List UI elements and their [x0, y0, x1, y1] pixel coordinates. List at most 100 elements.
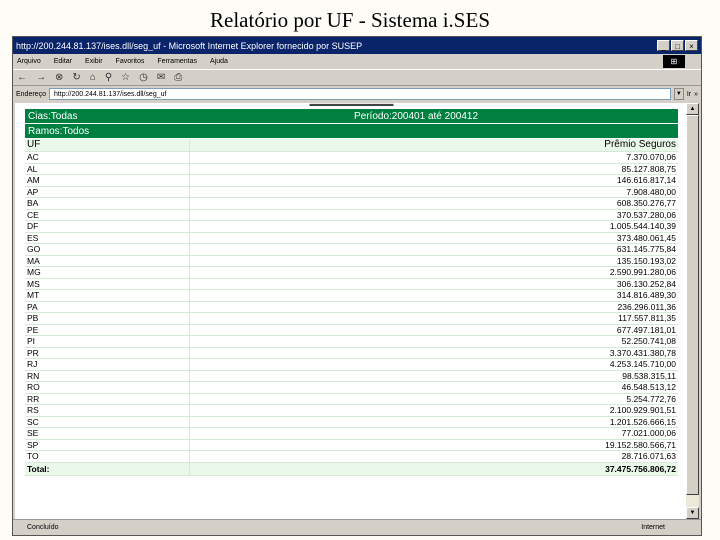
table-row: PR 3.370.431.380,78 — [25, 347, 678, 359]
home-icon[interactable]: ⌂ — [90, 72, 96, 83]
table-row: PE 677.497.181,01 — [25, 324, 678, 336]
menu-item-arquivo[interactable]: Arquivo — [17, 58, 41, 65]
go-button[interactable]: Ir — [687, 91, 691, 98]
print-icon[interactable]: ⎙ — [174, 72, 182, 83]
status-bar: Concluído Internet — [13, 519, 701, 535]
table-row: PA 236.296.011,36 — [25, 301, 678, 313]
maximize-button[interactable]: □ — [671, 40, 684, 51]
premio-cell: 28.716.071,63 — [189, 450, 678, 463]
uf-cell: RN — [25, 370, 190, 382]
address-dropdown-icon[interactable]: ▼ — [673, 88, 684, 100]
status-text: Concluído — [27, 524, 59, 531]
periodo-label: Período:200401 até 200412 — [354, 110, 478, 122]
menu-bar: Arquivo Editar Exibir Favoritos Ferramen… — [13, 54, 701, 69]
address-bar: Endereço http://200.244.81.137/ises.dll/… — [13, 86, 701, 102]
table-row: PB 117.557.811,35 — [25, 312, 678, 325]
uf-cell: PB — [25, 312, 190, 325]
uf-cell: AM — [25, 174, 190, 187]
address-input[interactable]: http://200.244.81.137/ises.dll/seg_uf — [48, 88, 671, 100]
premio-cell: 5.254.772,76 — [189, 393, 678, 405]
premio-cell: 3.370.431.380,78 — [189, 347, 678, 359]
vertical-scrollbar[interactable]: ▲ ▼ — [686, 103, 699, 519]
uf-cell: GO — [25, 243, 190, 256]
window-titlebar[interactable]: http://200.244.81.137/ises.dll/seg_uf - … — [13, 37, 701, 54]
table-row: CE 370.537.280,06 — [25, 209, 678, 221]
table-row: BA 608.350.276,77 — [25, 197, 678, 210]
uf-cell: RS — [25, 404, 190, 417]
premio-cell: 146.616.817,14 — [189, 174, 678, 187]
uf-cell: AP — [25, 186, 190, 198]
mail-icon[interactable]: ✉ — [157, 72, 165, 83]
table-row: AM 146.616.817,14 — [25, 174, 678, 187]
premio-cell: 46.548.513,12 — [189, 381, 678, 394]
uf-cell: ES — [25, 232, 190, 244]
uf-cell: DF — [25, 220, 190, 233]
toolbar: ← → ⊗ ↻ ⌂ ⚲ ☆ ◷ ✉ ⎙ — [13, 69, 701, 86]
links-chevron-icon[interactable]: » — [694, 91, 698, 98]
premio-cell: 2.590.991.280,06 — [189, 266, 678, 279]
search-icon[interactable]: ⚲ — [105, 72, 112, 83]
internet-zone-label: Internet — [641, 524, 665, 531]
scroll-up-icon[interactable]: ▲ — [686, 103, 699, 115]
uf-cell: CE — [25, 209, 190, 221]
table-row: MA 135.150.193,02 — [25, 255, 678, 267]
premio-cell: 85.127.808,75 — [189, 163, 678, 175]
table-row: SP 19.152.580.566,71 — [25, 439, 678, 451]
minimize-button[interactable]: _ — [657, 40, 670, 51]
premio-cell: 117.557.811,35 — [189, 312, 678, 325]
ramos-header: Ramos:Todos — [25, 124, 678, 139]
table-row: SC 1.201.526.666,15 — [25, 416, 678, 428]
table-row: SE 77.021.000,06 — [25, 427, 678, 440]
favorites-icon[interactable]: ☆ — [121, 72, 130, 83]
menu-item-ferramentas[interactable]: Ferramentas — [157, 58, 197, 65]
slide-title: Relatório por UF - Sistema i.SES — [210, 8, 490, 32]
uf-cell: SE — [25, 427, 190, 440]
address-label: Endereço — [16, 90, 46, 98]
premio-cell: 631.145.775,84 — [189, 243, 678, 256]
total-label: Total: — [25, 462, 190, 476]
uf-cell: PR — [25, 347, 190, 359]
scroll-thumb[interactable] — [686, 115, 699, 495]
uf-cell: BA — [25, 197, 190, 210]
uf-cell: MA — [25, 255, 190, 267]
menu-item-ajuda[interactable]: Ajuda — [210, 58, 228, 65]
page-content: ▬▬▬▬▬▬▬▬▬▬▬▬ Cias:Todas Período:200401 a… — [15, 103, 688, 519]
uf-cell: PA — [25, 301, 190, 313]
total-value: 37.475.756.806,72 — [189, 462, 678, 476]
ramos-label: Ramos:Todos — [28, 125, 90, 137]
table-row: AP 7.908.480,00 — [25, 186, 678, 198]
premio-cell: 52.250.741,08 — [189, 335, 678, 348]
uf-cell: AC — [25, 151, 190, 164]
refresh-icon[interactable]: ↻ — [72, 72, 80, 83]
stop-icon[interactable]: ⊗ — [55, 72, 63, 83]
back-icon[interactable]: ← — [17, 72, 27, 83]
cias-label: Cias:Todas — [28, 110, 78, 122]
window-title: http://200.244.81.137/ises.dll/seg_uf - … — [16, 40, 363, 51]
menu-item-exibir[interactable]: Exibir — [85, 58, 103, 65]
scroll-down-icon[interactable]: ▼ — [686, 507, 699, 519]
premio-cell: 4.253.145.710,00 — [189, 358, 678, 371]
table-row: DF 1.005.544.140,39 — [25, 220, 678, 233]
premio-cell: 2.100.929.901,51 — [189, 404, 678, 417]
table-row: AC 7.370.070,06 — [25, 151, 678, 164]
uf-cell: RR — [25, 393, 190, 405]
table-row: AL 85.127.808,75 — [25, 163, 678, 175]
menu-item-editar[interactable]: Editar — [54, 58, 72, 65]
table-row: MG 2.590.991.280,06 — [25, 266, 678, 279]
cias-periodo-header: Cias:Todas Período:200401 até 200412 — [25, 109, 678, 124]
premio-cell: 1.005.544.140,39 — [189, 220, 678, 233]
table-row: GO 631.145.775,84 — [25, 243, 678, 256]
table-row: RN 98.538.315,11 — [25, 370, 678, 382]
uf-cell: MG — [25, 266, 190, 279]
forward-icon[interactable]: → — [36, 72, 46, 83]
uf-cell: PI — [25, 335, 190, 348]
close-button[interactable]: × — [685, 40, 698, 51]
history-icon[interactable]: ◷ — [139, 72, 148, 83]
browser-window: http://200.244.81.137/ises.dll/seg_uf - … — [12, 36, 702, 536]
uf-cell: MT — [25, 289, 190, 302]
total-row: Total: 37.475.756.806,72 — [25, 462, 678, 476]
column-header-premio: Prêmio Seguros — [189, 139, 678, 152]
table-row: PI 52.250.741,08 — [25, 335, 678, 348]
menu-item-favoritos[interactable]: Favoritos — [116, 58, 145, 65]
premio-cell: 373.480.061,45 — [189, 232, 678, 244]
